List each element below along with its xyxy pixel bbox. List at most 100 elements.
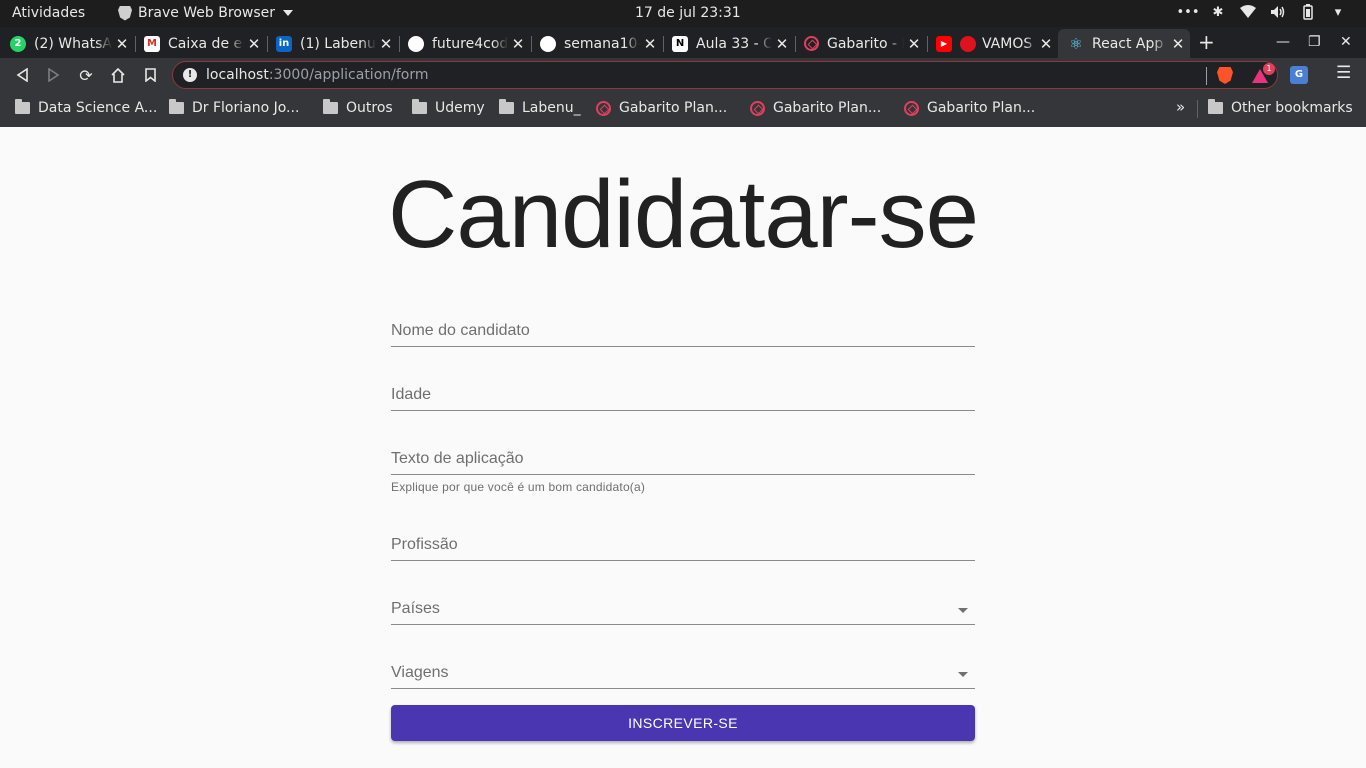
candidate-name-field[interactable]: Nome do candidato [391,303,975,347]
close-window-icon[interactable]: ✕ [1340,34,1352,50]
tab-whatsapp[interactable]: 2 (2) WhatsApp ✕ [0,29,134,58]
tab-label: VAMOS [982,35,1033,52]
tab-linkedin[interactable]: in (1) Labenu ✕ [266,29,398,58]
countries-select[interactable]: Países [391,581,975,625]
tab-label: Caixa de entrada [168,35,244,52]
field-label: Idade [391,386,432,403]
tab-youtube[interactable]: ▶ VAMOS ✕ [926,29,1058,58]
close-icon[interactable]: ✕ [772,35,792,53]
application-helper-text: Explique por que você é um bom candidato… [391,480,646,494]
close-icon[interactable]: ✕ [1168,35,1188,53]
clock[interactable]: 17 de jul 23:31 [635,5,741,21]
labenu-icon [904,100,919,116]
close-icon[interactable]: ✕ [904,35,924,53]
tab-label: Gabarito - Labenu [827,35,904,52]
bookmark-folder[interactable]: Outros [323,99,393,116]
bookmark-folder[interactable]: Udemy [412,99,485,116]
whatsapp-icon: 2 [10,35,26,52]
tab-gabarito[interactable]: Gabarito - Labenu ✕ [794,29,926,58]
tab-label: semana10-projeto [564,35,640,52]
bookmark-link[interactable]: Gabarito Plan... [904,100,1035,116]
more-dots-icon[interactable]: ••• [1177,4,1200,20]
slack-icon[interactable]: ✱ [1210,4,1226,20]
tab-github-semana10[interactable]: semana10-projeto ✕ [530,29,662,58]
bookmark-link[interactable]: Gabarito Plan... [596,100,727,116]
github-icon [408,35,424,52]
application-text-field[interactable]: Texto de aplicação [391,431,975,475]
tab-label: React App [1092,35,1164,52]
folder-icon [499,99,514,114]
bookmark-folder[interactable]: Dr Floriano Jo... [169,99,299,116]
bookmark-icon[interactable] [141,66,159,84]
tab-label: Aula 33 - Curso [696,35,772,52]
system-top-bar: Atividades Brave Web Browser 17 de jul 2… [0,0,1366,27]
system-tray[interactable]: ••• ✱ ▾ [1177,4,1346,20]
tab-strip: 2 (2) WhatsApp ✕ M Caixa de entrada ✕ in… [0,27,1366,58]
github-icon [540,35,556,52]
dropdown-arrow-icon [958,608,968,613]
hamburger-menu-icon[interactable]: ☰ [1336,63,1351,83]
close-icon[interactable]: ✕ [508,35,528,53]
url-text[interactable]: localhost:3000/application/form [206,67,429,83]
page-title: Candidatar-se [388,161,979,268]
close-icon[interactable]: ✕ [376,35,396,53]
minimize-icon[interactable]: — [1276,34,1290,50]
page-content: Candidatar-se Nome do candidato Idade Te… [0,127,1366,768]
react-icon: ⚛ [1069,34,1083,53]
field-label: Texto de aplicação [391,450,524,467]
age-field[interactable]: Idade [391,367,975,411]
field-label: Países [391,600,440,617]
new-tab-button[interactable]: + [1198,30,1215,54]
youtube-icon: ▶ [936,35,952,52]
rewards-badge: 1 [1263,63,1275,75]
app-menu-label: Brave Web Browser [138,5,275,21]
bookmark-folder[interactable]: Data Science A... [15,99,157,116]
battery-icon [1300,4,1316,20]
activities-button[interactable]: Atividades [12,5,85,21]
labenu-icon [804,36,819,51]
other-bookmarks[interactable]: Other bookmarks [1208,99,1353,116]
caret-down-icon[interactable]: ▾ [1330,4,1346,20]
gmail-icon: M [144,35,160,52]
bookmark-link[interactable]: Gabarito Plan... [750,100,881,116]
notion-icon: N [672,35,688,52]
submit-button[interactable]: INSCREVER-SE [391,705,975,741]
field-label: Nome do candidato [391,322,530,339]
folder-icon [15,99,30,114]
brave-logo-icon [118,5,132,21]
chevron-down-icon [283,10,293,16]
tab-react-app[interactable]: ⚛ React App ✕ [1058,29,1190,58]
tab-github-future4code[interactable]: future4code ✕ [398,29,530,58]
brave-shields-icon[interactable] [1217,67,1233,84]
translate-extension-icon[interactable]: G [1290,66,1308,84]
forward-icon[interactable] [45,66,63,84]
profession-field[interactable]: Profissão [391,517,975,561]
trips-select[interactable]: Viagens [391,645,975,689]
folder-icon [323,99,338,114]
linkedin-icon: in [276,35,292,52]
bookmarks-bar: Data Science A... Dr Floriano Jo... Outr… [0,92,1366,127]
close-icon[interactable]: ✕ [640,35,660,53]
tab-label: future4code [432,35,508,52]
labenu-icon [596,100,611,116]
close-icon[interactable]: ✕ [244,35,264,53]
labenu-icon [750,100,765,116]
tab-label: (2) WhatsApp [34,35,112,52]
address-bar[interactable]: ! localhost:3000/application/form 1 [172,61,1278,89]
restore-icon[interactable]: ❐ [1308,34,1321,50]
home-icon[interactable] [109,66,127,84]
tab-notion[interactable]: N Aula 33 - Curso ✕ [662,29,794,58]
reload-icon[interactable]: ⟳ [77,66,95,85]
info-icon[interactable]: ! [183,68,197,82]
recording-dot-icon [960,35,976,52]
bookmark-folder[interactable]: Labenu_ [499,99,581,116]
more-bookmarks-button[interactable]: » [1176,98,1185,116]
close-icon[interactable]: ✕ [112,35,132,53]
folder-icon [169,99,184,114]
app-menu[interactable]: Brave Web Browser [118,5,293,21]
tab-gmail[interactable]: M Caixa de entrada ✕ [134,29,266,58]
wifi-icon [1240,4,1256,20]
folder-icon [412,99,427,114]
back-icon[interactable] [13,66,31,84]
close-icon[interactable]: ✕ [1036,35,1056,53]
